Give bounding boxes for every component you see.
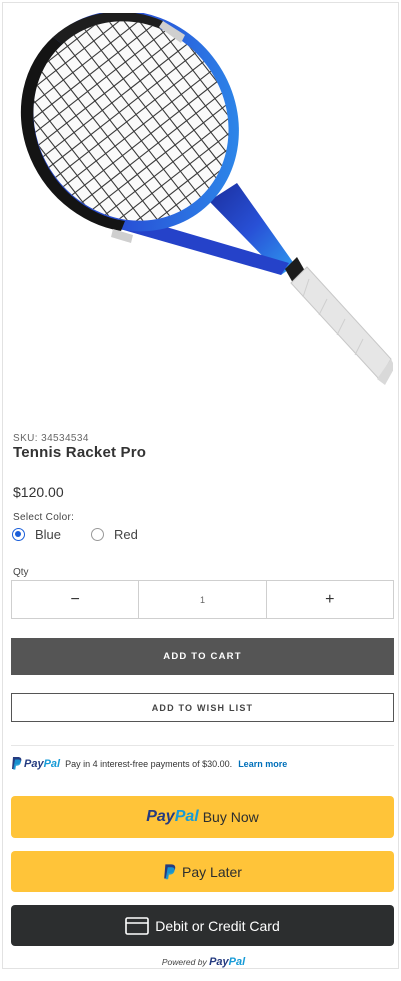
product-sku: SKU: 34534534 xyxy=(13,433,89,444)
paypal-wordmark: PayPal xyxy=(146,808,198,826)
paypal-wordmark-pal: Pal xyxy=(43,757,61,770)
powered-by-paypal: Powered by PayPal xyxy=(3,956,401,968)
pay-later-label: Pay Later xyxy=(182,863,242,880)
quantity-value: 1 xyxy=(199,594,205,605)
product-card: SKU: 34534534 Tennis Racket Pro $120.00 … xyxy=(2,2,399,969)
product-price: $120.00 xyxy=(13,484,64,500)
radio-unchecked-icon[interactable] xyxy=(91,528,104,541)
minus-icon: − xyxy=(70,590,80,608)
add-to-wish-list-button[interactable]: ADD TO WISH LIST xyxy=(11,693,394,722)
add-to-cart-button[interactable]: ADD TO CART xyxy=(11,638,394,675)
paypal-buy-now-button[interactable]: PayPal Buy Now xyxy=(11,796,394,838)
plus-icon: + xyxy=(325,590,335,608)
color-selector-label: Select Color: xyxy=(13,512,75,523)
card-button-label: Debit or Credit Card xyxy=(155,917,280,934)
powered-by-text: Powered by xyxy=(161,957,207,967)
quantity-stepper: − 1 + xyxy=(11,580,394,619)
paypal-monogram-icon xyxy=(164,863,176,879)
quantity-label: Qty xyxy=(13,567,29,578)
color-option-blue[interactable]: Blue xyxy=(12,527,61,542)
quantity-decrement-button[interactable]: − xyxy=(12,581,140,618)
quantity-increment-button[interactable]: + xyxy=(267,581,393,618)
color-option-label: Red xyxy=(114,527,138,542)
buy-now-label: Buy Now xyxy=(202,809,259,825)
credit-card-icon xyxy=(125,916,150,935)
paypal-wordmark-pay: Pay xyxy=(24,757,44,770)
learn-more-link[interactable]: Learn more xyxy=(238,759,287,769)
product-title: Tennis Racket Pro xyxy=(13,444,147,461)
paypal-pay-in-4-message: PayPal Pay in 4 interest-free payments o… xyxy=(11,757,287,770)
paypal-wordmark-pal: Pal xyxy=(228,956,246,968)
debit-credit-card-button[interactable]: Debit or Credit Card xyxy=(11,905,394,946)
tennis-racket-image xyxy=(13,13,393,385)
quantity-input[interactable]: 1 xyxy=(139,581,267,618)
paypal-monogram-icon xyxy=(12,757,22,770)
paypal-wordmark: PayPal xyxy=(24,758,60,770)
paypal-wordmark-pal: Pal xyxy=(174,808,199,825)
color-option-red[interactable]: Red xyxy=(91,527,138,542)
paypal-wordmark: PayPal xyxy=(209,956,245,968)
pay-in-4-text: Pay in 4 interest-free payments of $30.0… xyxy=(65,758,233,769)
radio-checked-icon[interactable] xyxy=(12,528,25,541)
paypal-wordmark-pay: Pay xyxy=(209,956,229,968)
divider xyxy=(11,745,394,746)
paypal-wordmark-pay: Pay xyxy=(146,808,175,825)
paypal-pay-later-button[interactable]: Pay Later xyxy=(11,851,394,892)
color-option-label: Blue xyxy=(35,527,62,542)
